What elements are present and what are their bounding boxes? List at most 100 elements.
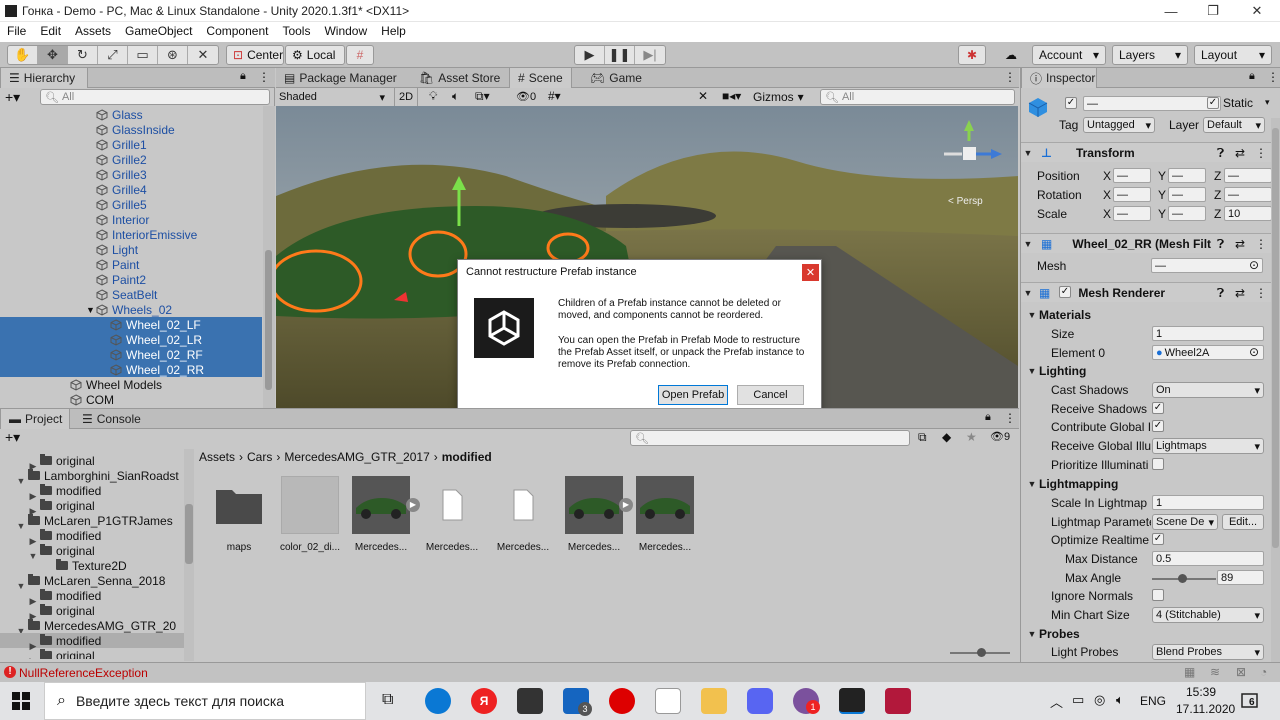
lock-icon[interactable]: 🔒︎	[1249, 70, 1255, 83]
hierarchy-scrollbar[interactable]	[263, 106, 275, 408]
hierarchy-item[interactable]: Wheel_02_RF	[0, 347, 262, 362]
asset-item[interactable]: maps	[203, 476, 275, 553]
project-folder-item[interactable]: ▼ McLaren_P1GTRJames	[0, 513, 186, 531]
grid-toggle-icon[interactable]: #▾	[548, 89, 561, 103]
hierarchy-item[interactable]: COM	[0, 392, 262, 407]
tray-chevron-icon[interactable]: ︿	[1050, 692, 1063, 711]
inspector-scrollbar[interactable]	[1271, 118, 1280, 662]
more-icon[interactable]: ⋮	[1267, 70, 1279, 84]
asset-item[interactable]: color_02_di...	[274, 476, 346, 553]
hierarchy-item[interactable]: SeatBelt	[0, 287, 262, 302]
project-folder-item[interactable]: ▼ Lamborghini_SianRoadst	[0, 468, 186, 486]
rider-icon[interactable]	[885, 688, 911, 714]
asset-item[interactable]: Mercedes...	[629, 476, 701, 553]
project-folder-item[interactable]: ▶ modified	[0, 528, 186, 546]
inspector-scroll-thumb[interactable]	[1272, 128, 1279, 548]
project-folder-item[interactable]: ▶original	[0, 648, 186, 659]
active-checkbox[interactable]: ✓	[1065, 97, 1077, 109]
ignore-normals-checkbox[interactable]	[1152, 589, 1164, 601]
transform-position-x-input[interactable]: —	[1113, 168, 1151, 183]
edge-icon[interactable]	[425, 688, 451, 714]
cancel-button[interactable]: Cancel	[737, 385, 804, 405]
lightmap-params-dropdown[interactable]: Scene De ▾	[1152, 514, 1218, 530]
hierarchy-item[interactable]: Wheel_02_LR	[0, 332, 262, 347]
project-folder-item[interactable]: ▶original	[0, 453, 186, 471]
project-folder-item[interactable]: ▶original	[0, 498, 186, 516]
project-folder-item[interactable]: ▼ McLaren_Senna_2018	[0, 573, 186, 591]
preset-icon[interactable]: ⇄	[1235, 237, 1245, 251]
tag-dropdown[interactable]: Untagged ▾	[1083, 117, 1155, 133]
transform-position-y-input[interactable]: —	[1168, 168, 1206, 183]
hierarchy-item[interactable]: Paint2	[0, 272, 262, 287]
hierarchy-item[interactable]: Grille3	[0, 167, 262, 182]
tab-console[interactable]: ☰ Console	[74, 409, 149, 429]
slider-handle[interactable]	[977, 648, 986, 657]
unity-taskbar-icon[interactable]	[839, 688, 865, 714]
hierarchy-item[interactable]: Wheel_02_LF	[0, 317, 262, 332]
microsoft-store-icon[interactable]	[517, 688, 543, 714]
status-error-text[interactable]: NullReferenceException	[19, 666, 148, 680]
menu-window[interactable]: Window	[317, 22, 374, 38]
auto-generate-lighting-icon[interactable]: ▦	[1184, 665, 1195, 679]
hierarchy-item[interactable]: Grille2	[0, 152, 262, 167]
minimize-icon[interactable]: —	[1148, 0, 1194, 22]
foldout-icon[interactable]: ▼	[86, 305, 95, 315]
create-icon[interactable]: +▾	[5, 429, 20, 446]
hierarchy-item[interactable]: Grille4	[0, 182, 262, 197]
project-tree-scrollbar[interactable]	[184, 449, 194, 661]
hierarchy-item[interactable]: Wheel_02_RR	[0, 362, 262, 377]
windows-start-icon[interactable]	[12, 692, 30, 710]
cast-shadows-dropdown[interactable]: On ▾	[1152, 382, 1264, 398]
hierarchy-item[interactable]: Interior	[0, 212, 262, 227]
project-folder-item[interactable]: ▶ modified	[0, 633, 186, 651]
camera-icon[interactable]: ■◂▾	[722, 89, 741, 103]
transform-header[interactable]: ▼ ⊥ Transform ❓︎ ⇄ ⋮	[1021, 142, 1273, 162]
more-icon[interactable]: ⋮	[1255, 146, 1267, 160]
toggle-2d-button[interactable]: 2D	[394, 88, 419, 106]
max-angle-input[interactable]: 89	[1217, 570, 1264, 585]
hierarchy-item[interactable]: Wheel Models	[0, 377, 262, 392]
menu-edit[interactable]: Edit	[33, 22, 68, 38]
scale-lightmap-input[interactable]: 1	[1152, 495, 1264, 510]
discord-icon[interactable]	[747, 688, 773, 714]
slider-handle[interactable]	[1178, 574, 1187, 583]
pivot-rotation-toggle[interactable]: ⚙ Local	[285, 45, 345, 65]
object-picker-icon[interactable]: ⊙	[1249, 258, 1259, 272]
battery-icon[interactable]: ▭	[1072, 692, 1084, 708]
hierarchy-item[interactable]: ▼ Wheels_02	[0, 302, 262, 317]
pivot-center-toggle[interactable]: ⊡ Center	[226, 45, 284, 65]
tab-inspector[interactable]: ⓘ Inspector	[1021, 68, 1097, 88]
menu-gameobject[interactable]: GameObject	[118, 22, 199, 38]
hierarchy-scroll-thumb[interactable]	[265, 250, 272, 390]
collab-button[interactable]: ✱	[958, 45, 986, 65]
menu-assets[interactable]: Assets	[68, 22, 118, 38]
project-search-input[interactable]: 🔍︎	[630, 430, 910, 446]
hierarchy-item[interactable]: Paint	[0, 257, 262, 272]
layers-dropdown[interactable]: Layers ▾	[1112, 45, 1188, 65]
custom-tool-icon[interactable]: ✕	[188, 46, 218, 64]
help-icon[interactable]: ❓︎	[1217, 146, 1224, 161]
audio-toggle-icon[interactable]: 🔈︎	[452, 89, 459, 104]
debug-mode-icon[interactable]: ◔	[1260, 665, 1267, 679]
dialog-close-icon[interactable]: ✕	[802, 264, 819, 281]
max-distance-input[interactable]: 0.5	[1152, 551, 1264, 566]
section-lightmapping[interactable]: ▼ Lightmapping	[1025, 477, 1119, 491]
draw-mode-dropdown[interactable]: Shaded ▾	[276, 89, 388, 105]
tab-package-manager[interactable]: ▤ Package Manager	[276, 68, 405, 88]
help-icon[interactable]: ❓︎	[1217, 286, 1224, 301]
breadcrumb-mercedes[interactable]: MercedesAMG_GTR_2017	[284, 450, 429, 464]
network-icon[interactable]: ◎	[1094, 692, 1105, 708]
transform-rotation-y-input[interactable]: —	[1168, 187, 1206, 202]
transform-scale-x-input[interactable]: —	[1113, 206, 1151, 221]
lighting-toggle-icon[interactable]: 💡︎	[429, 89, 437, 104]
clock-date[interactable]: 17.11.2020	[1176, 702, 1235, 716]
prioritize-checkbox[interactable]	[1152, 458, 1164, 470]
cloud-button[interactable]: ☁	[997, 45, 1025, 65]
add-icon[interactable]: +▾	[5, 89, 20, 106]
tab-hierarchy[interactable]: ☰ Hierarchy	[0, 68, 88, 88]
menu-help[interactable]: Help	[374, 22, 413, 38]
section-materials[interactable]: ▼ Materials	[1025, 308, 1092, 322]
scene-search-input[interactable]: 🔍︎ All	[820, 89, 1015, 105]
foldout-icon[interactable]: ▶	[28, 656, 38, 660]
layout-dropdown[interactable]: Layout ▾	[1194, 45, 1272, 65]
